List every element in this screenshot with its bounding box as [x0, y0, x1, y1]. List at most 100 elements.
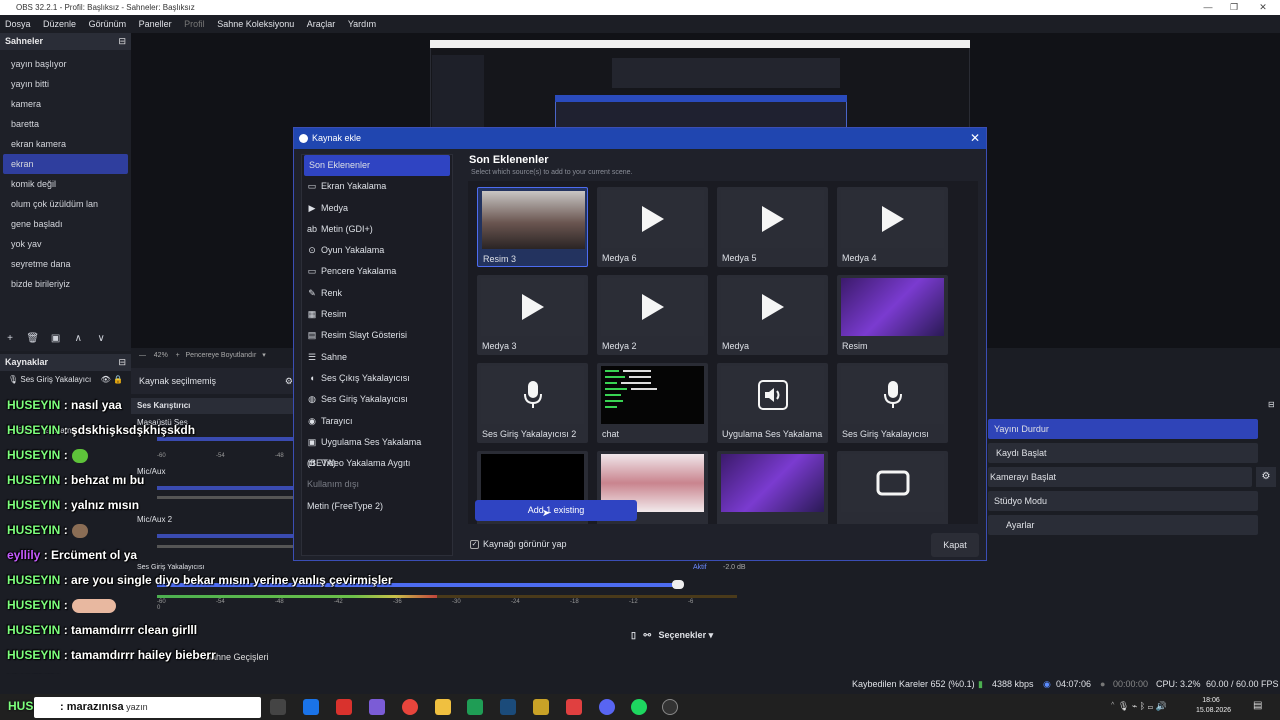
source-tile[interactable]: Ses Giriş Yakalayıcısı 2	[477, 363, 588, 443]
zoom-plus-icon[interactable]: +	[176, 352, 180, 359]
source-item[interactable]	[0, 405, 131, 422]
maximize-button[interactable]: ❐	[1221, 0, 1247, 15]
source-item[interactable]: 🎙 Ses Giriş Yakalayıcı 👁 🔒	[0, 371, 131, 388]
virtual-camera-gear-icon[interactable]: ⚙	[1256, 467, 1276, 487]
close-dialog-button[interactable]: Kapat	[931, 533, 979, 557]
scene-item[interactable]: gene başladı	[3, 214, 128, 234]
category-slideshow[interactable]: ▤ Resim Slayt Gösterisi	[302, 325, 452, 346]
move-up-icon[interactable]: ∧	[68, 333, 88, 344]
category-display-capture[interactable]: ▭ Ekran Yakalama	[302, 176, 452, 197]
menu-view[interactable]: Görünüm	[84, 15, 132, 33]
volume-slider[interactable]	[157, 583, 675, 587]
taskbar-clock[interactable]: 18:06 15.08.2026	[1196, 696, 1231, 716]
mixer-options[interactable]: ▯ ⚯ Seçenekler ▾	[631, 630, 713, 641]
source-tile[interactable]: chat	[597, 363, 708, 443]
settings-button[interactable]: Ayarlar	[988, 515, 1258, 535]
source-tile-selected[interactable]: Resim 3	[477, 187, 588, 267]
scene-item[interactable]: komik değil	[3, 174, 128, 194]
category-window-capture[interactable]: ▭ Pencere Yakalama	[302, 261, 452, 282]
source-item[interactable]	[0, 388, 131, 405]
undock-icon[interactable]: ⊟	[118, 33, 126, 50]
move-down-icon[interactable]: ∨	[91, 333, 111, 344]
scene-item[interactable]: olum çok üzüldüm lan	[3, 194, 128, 214]
menu-file[interactable]: Dosya	[0, 15, 36, 33]
menu-profile[interactable]: Profil	[179, 15, 210, 33]
category-game-capture[interactable]: ⊙ Oyun Yakalama	[302, 240, 452, 261]
layout-icon[interactable]: ▯	[631, 630, 636, 640]
category-audio-input[interactable]: ◍ Ses Giriş Yakalayıcısı	[302, 389, 452, 410]
visibility-eye-icon[interactable]: 👁 🔒	[101, 371, 123, 388]
make-visible-checkbox[interactable]: ✓ Kaynağı görünür yap	[470, 539, 567, 550]
link-icon[interactable]: ⚯	[643, 630, 651, 640]
scene-item[interactable]: seyretme dana	[3, 254, 128, 274]
category-text-gdi[interactable]: ab Metin (GDI+)	[302, 219, 452, 240]
category-color[interactable]: ✎ Renk	[302, 283, 452, 304]
source-tile[interactable]: Medya 5	[717, 187, 828, 267]
discord-icon[interactable]	[599, 699, 615, 715]
menu-scene-collection[interactable]: Sahne Koleksiyonu	[212, 15, 299, 33]
undock-icon[interactable]: ⊟	[1268, 400, 1275, 409]
source-tile[interactable]	[837, 451, 948, 524]
excel-icon[interactable]	[467, 699, 483, 715]
source-tile[interactable]: Medya	[717, 275, 828, 355]
task-view-icon[interactable]	[270, 699, 286, 715]
start-virtual-camera-button[interactable]: Kamerayı Başlat	[988, 467, 1252, 487]
close-window-button[interactable]: ✕	[1250, 0, 1276, 15]
scene-item[interactable]: baretta	[3, 114, 128, 134]
undock-icon[interactable]: ⊟	[118, 354, 126, 371]
add-existing-button[interactable]: Add 1 existing	[475, 500, 637, 521]
studio-mode-button[interactable]: Stüdyo Modu	[988, 491, 1258, 511]
category-image[interactable]: ▦ Resim	[302, 304, 452, 325]
gear-icon[interactable]: ⚙	[285, 368, 293, 394]
category-recent[interactable]: Son Eklenenler	[304, 155, 450, 177]
start-recording-button[interactable]: Kaydı Başlat	[988, 443, 1258, 463]
source-tile[interactable]: Medya 4	[837, 187, 948, 267]
category-video-capture[interactable]: ◘ Video Yakalama Aygıtı	[302, 453, 452, 474]
steam-icon[interactable]	[500, 699, 516, 715]
category-media[interactable]: ▶ Medya	[302, 198, 452, 219]
source-tile[interactable]: Medya 2	[597, 275, 708, 355]
stop-stream-button[interactable]: Yayını Durdur	[988, 419, 1258, 439]
taskbar-search-input[interactable]: : marazınısa yazın	[34, 697, 261, 718]
category-scene[interactable]: ☰ Sahne	[302, 347, 452, 368]
remove-scene-icon[interactable]: 🗑	[23, 333, 43, 344]
scene-item[interactable]: ekran kamera	[3, 134, 128, 154]
copilot-icon[interactable]	[369, 699, 385, 715]
source-item[interactable]: ▭ Ekran Yakalama 2	[0, 422, 131, 439]
zoom-minus-icon[interactable]: —	[139, 352, 146, 359]
chevron-down-icon[interactable]: ▾	[262, 352, 266, 359]
menu-edit[interactable]: Düzenle	[38, 15, 81, 33]
scene-item[interactable]: yok yav	[3, 234, 128, 254]
menu-help[interactable]: Yardım	[343, 15, 381, 33]
scale-mode[interactable]: Pencereye Boyutlandır	[186, 352, 257, 359]
file-explorer-icon[interactable]	[435, 699, 451, 715]
category-browser[interactable]: ◉ Tarayıcı	[302, 411, 452, 432]
app-icon[interactable]	[566, 699, 582, 715]
menu-tools[interactable]: Araçlar	[302, 15, 341, 33]
source-tile[interactable]: Medya 3	[477, 275, 588, 355]
tab-scene-transitions[interactable]: Sahne Geçişleri	[205, 652, 269, 662]
obs-icon[interactable]	[662, 699, 678, 715]
minimize-button[interactable]: —	[1195, 0, 1221, 15]
source-tile[interactable]: Medya 6	[597, 187, 708, 267]
checkbox-icon[interactable]: ✓	[470, 540, 479, 550]
category-app-audio[interactable]: ▣ Uygulama Ses Yakalama (BETA)	[302, 432, 452, 468]
scene-item[interactable]: yayın başlıyor	[3, 54, 128, 74]
spotify-icon[interactable]	[631, 699, 647, 715]
source-tile[interactable]: Uygulama Ses Yakalama (B	[717, 363, 828, 443]
source-tile[interactable]: Resim	[837, 275, 948, 355]
scene-item[interactable]: bizde birileriyiz	[3, 274, 128, 294]
app-icon[interactable]	[533, 699, 549, 715]
close-icon[interactable]: ✕	[970, 128, 980, 149]
add-scene-icon[interactable]: +	[0, 333, 20, 344]
scene-item[interactable]: yayın bitti	[3, 74, 128, 94]
menu-docks[interactable]: Paneller	[134, 15, 177, 33]
volume-slider-handle[interactable]	[672, 580, 684, 589]
edge-icon[interactable]	[303, 699, 319, 715]
tray-icons[interactable]: ⌃ 🎙 ⌁ ᛒ ▭ 🔊	[1110, 701, 1167, 712]
category-text-freetype[interactable]: Metin (FreeType 2)	[302, 496, 452, 517]
source-tile[interactable]: Ses Giriş Yakalayıcısı	[837, 363, 948, 443]
acrobat-icon[interactable]	[336, 699, 352, 715]
scene-item-selected[interactable]: ekran	[3, 154, 128, 174]
scene-item[interactable]: kamera	[3, 94, 128, 114]
